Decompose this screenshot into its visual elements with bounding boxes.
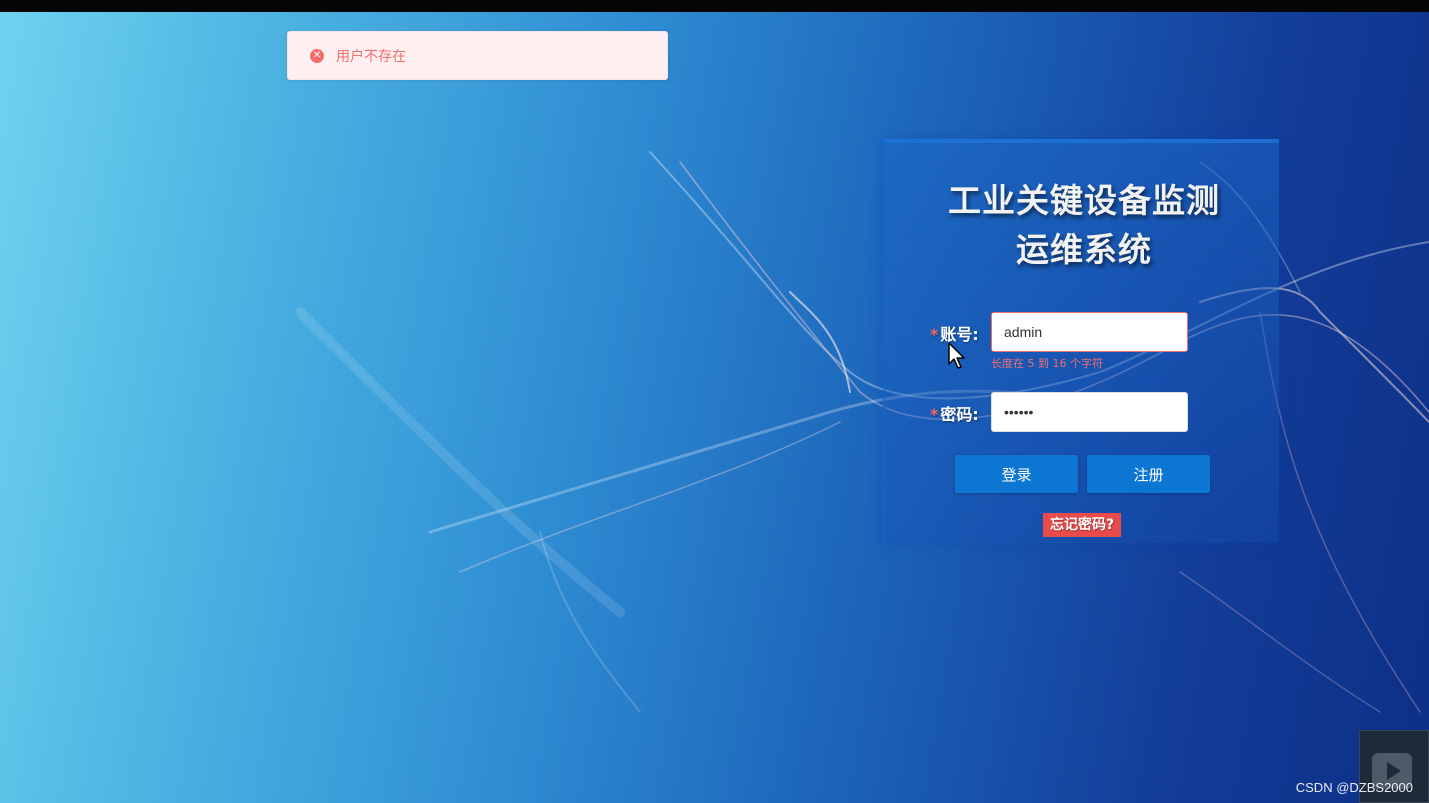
- login-button[interactable]: 登录: [955, 455, 1078, 493]
- account-input[interactable]: [991, 312, 1188, 352]
- top-bar: [0, 0, 1429, 12]
- required-mark: *: [930, 325, 939, 344]
- forgot-password-link[interactable]: 忘记密码?: [1043, 513, 1122, 537]
- toast-message: 用户不存在: [336, 48, 406, 65]
- error-circle-icon: ✕: [310, 48, 324, 63]
- error-toast: ✕ 用户不存在: [287, 31, 668, 80]
- system-title: 工业关键设备监测运维系统: [948, 181, 1220, 269]
- password-label: * 密码:: [930, 401, 979, 425]
- register-button[interactable]: 注册: [1087, 455, 1210, 493]
- mouse-pointer-icon: [948, 342, 965, 369]
- password-label-text: 密码:: [940, 405, 979, 424]
- required-mark: *: [930, 405, 939, 424]
- account-error-tip: 长度在 5 到 16 个字符: [991, 357, 1103, 370]
- password-input[interactable]: [991, 392, 1188, 432]
- watermark: CSDN @DZBS2000: [1295, 780, 1413, 795]
